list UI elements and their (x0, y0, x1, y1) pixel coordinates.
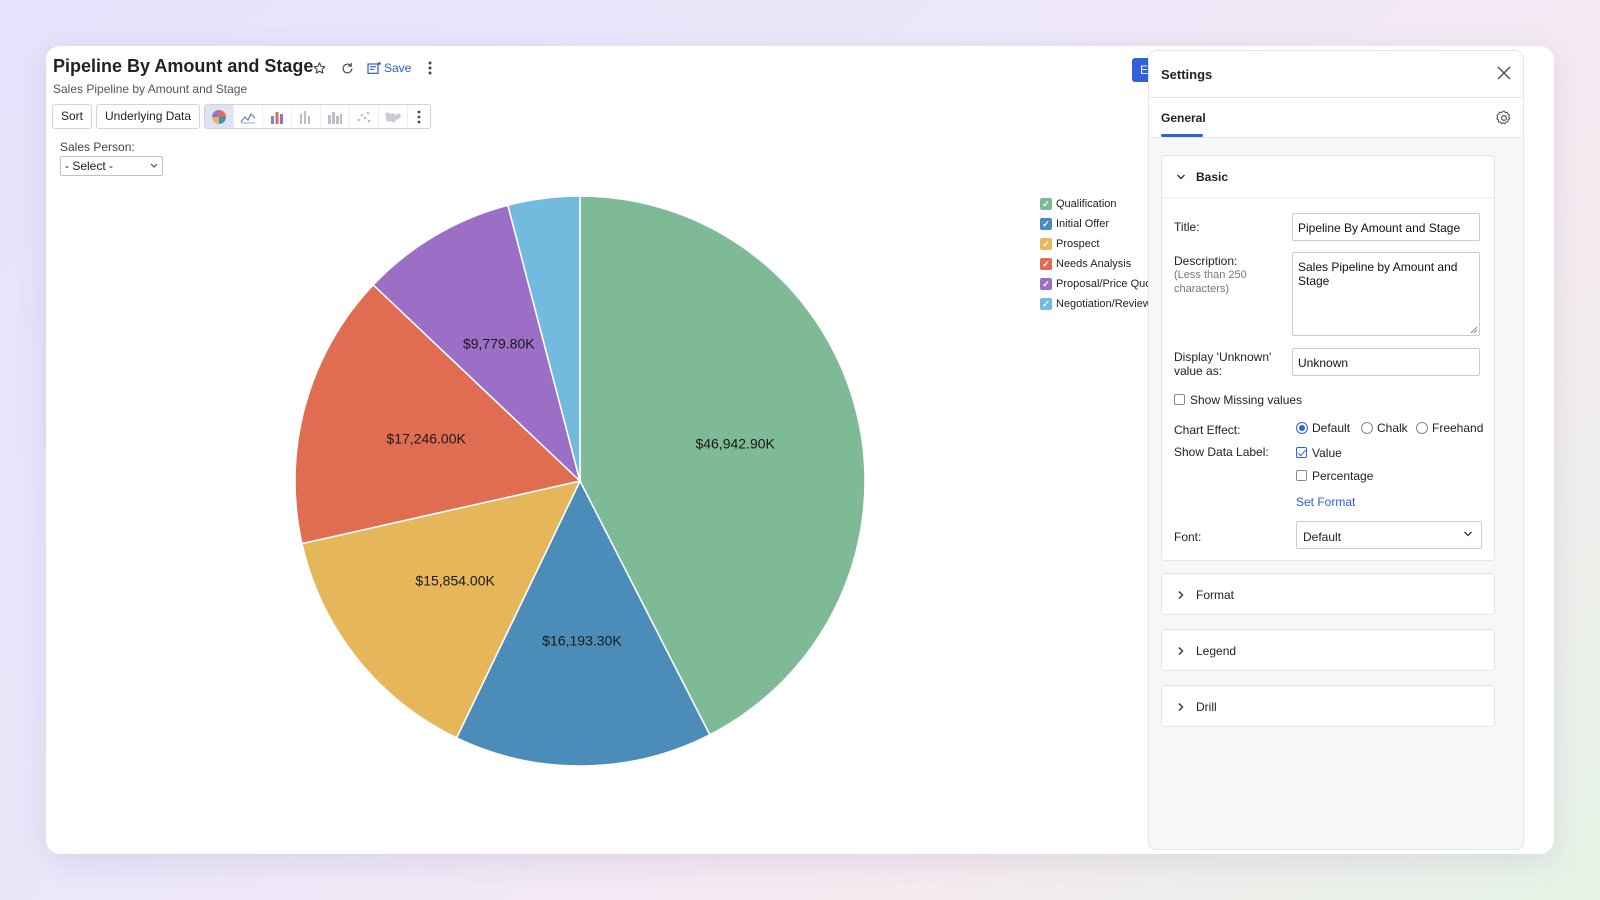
description-hint-2: characters) (1174, 283, 1230, 295)
legend-label: Needs Analysis (1056, 258, 1132, 270)
legend-item-initial-offer[interactable]: ✓ Initial Offer (1040, 214, 1161, 234)
tab-active-indicator (1161, 134, 1203, 137)
format-section[interactable]: Format (1161, 573, 1495, 615)
show-missing-option[interactable]: Show Missing values (1174, 393, 1302, 407)
unknown-label: Display 'Unknown' value as: (1174, 350, 1271, 378)
legend-item-proposal-price-quote[interactable]: ✓ Proposal/Price Quote (1040, 274, 1161, 294)
description-label: Description: (Less than 250 characters) (1174, 254, 1247, 296)
legend-item-qualification[interactable]: ✓ Qualification (1040, 194, 1161, 214)
data-label-value-option[interactable]: Value (1296, 446, 1342, 460)
chart-effect-default[interactable]: Default (1296, 421, 1350, 435)
chevron-right-icon (1178, 647, 1184, 655)
font-select[interactable]: Default (1296, 521, 1482, 549)
chart-effect-freehand[interactable]: Freehand (1416, 421, 1483, 435)
data-label-needs-analysis: $17,246.00K (386, 431, 466, 447)
chart-effect-chalk[interactable]: Chalk (1361, 421, 1408, 435)
gear-icon[interactable] (1495, 109, 1513, 127)
basic-section-title: Basic (1196, 169, 1229, 184)
legend-section-header[interactable]: Legend (1162, 630, 1494, 672)
legend-checkbox[interactable]: ✓ (1040, 218, 1052, 230)
value-checkbox[interactable] (1296, 447, 1307, 458)
legend-label: Negotiation/Review (1056, 298, 1151, 310)
unknown-value-input[interactable]: Unknown (1292, 348, 1480, 376)
unknown-label-line-2: value as: (1174, 364, 1223, 378)
data-label-proposal-price-quote: $9,779.80K (463, 336, 535, 352)
data-label-percentage-option[interactable]: Percentage (1296, 469, 1373, 483)
chevron-down-icon (1177, 174, 1185, 179)
basic-section: Basic Title: Pipeline By Amount and Stag… (1161, 155, 1495, 561)
legend-checkbox[interactable]: ✓ (1040, 258, 1052, 270)
drill-section-header[interactable]: Drill (1162, 686, 1494, 728)
legend-label: Prospect (1056, 238, 1100, 250)
settings-panel: Settings General Basic Title: Pipeline B… (1148, 50, 1524, 850)
format-section-title: Format (1196, 588, 1235, 602)
font-select-value: Default (1303, 530, 1342, 544)
legend-checkbox[interactable]: ✓ (1040, 298, 1052, 310)
radio-chalk[interactable] (1361, 422, 1373, 434)
radio-default[interactable] (1296, 422, 1308, 434)
format-section-header[interactable]: Format (1162, 574, 1494, 616)
drill-section-title: Drill (1196, 700, 1217, 714)
data-label-value-text: Value (1312, 446, 1342, 460)
close-icon[interactable] (1495, 64, 1513, 82)
description-textarea[interactable]: Sales Pipeline by Amount and Stage (1292, 252, 1480, 336)
title-label: Title: (1174, 220, 1200, 234)
legend-section-title: Legend (1196, 644, 1237, 658)
data-label-percentage-text: Percentage (1312, 469, 1374, 483)
chevron-right-icon (1178, 591, 1184, 599)
legend-label: Proposal/Price Quote (1056, 278, 1161, 290)
font-label: Font: (1174, 530, 1202, 544)
description-label-text: Description: (1174, 254, 1238, 268)
legend-label: Qualification (1056, 198, 1117, 210)
settings-tabs: General (1149, 98, 1523, 138)
description-value: Sales Pipeline by Amount and Stage (1298, 260, 1458, 288)
settings-title: Settings (1161, 67, 1213, 82)
tab-general[interactable]: General (1161, 111, 1206, 125)
title-input[interactable]: Pipeline By Amount and Stage (1292, 213, 1480, 241)
legend-checkbox[interactable]: ✓ (1040, 198, 1052, 210)
settings-header: Settings (1149, 51, 1523, 98)
legend-label: Initial Offer (1056, 218, 1109, 230)
chart-effect-freehand-label: Freehand (1432, 421, 1484, 435)
show-missing-label: Show Missing values (1190, 393, 1303, 407)
chart-effect-chalk-label: Chalk (1377, 421, 1408, 435)
data-label-prospect: $15,854.00K (415, 572, 495, 588)
drill-section[interactable]: Drill (1161, 685, 1495, 727)
legend-checkbox[interactable]: ✓ (1040, 238, 1052, 250)
percentage-checkbox[interactable] (1296, 470, 1307, 481)
data-label-qualification: $46,942.90K (695, 436, 775, 452)
data-label-initial-offer: $16,193.30K (542, 633, 622, 649)
resize-handle-icon[interactable] (1470, 326, 1478, 334)
basic-section-header[interactable]: Basic (1162, 156, 1494, 198)
set-format-link[interactable]: Set Format (1296, 495, 1355, 509)
show-data-label-label: Show Data Label: (1174, 445, 1269, 459)
chevron-down-icon (1463, 528, 1473, 542)
unknown-label-line-1: Display 'Unknown' (1174, 350, 1272, 364)
description-hint-1: (Less than 250 (1174, 269, 1247, 281)
radio-freehand[interactable] (1416, 422, 1428, 434)
chevron-right-icon (1178, 703, 1184, 711)
legend-item-needs-analysis[interactable]: ✓ Needs Analysis (1040, 254, 1161, 274)
pie-chart: $46,942.90K $16,193.30K $15,854.00K $17,246… (294, 195, 866, 767)
chart-effect-default-label: Default (1312, 421, 1351, 435)
legend-section[interactable]: Legend (1161, 629, 1495, 671)
chart-effect-label: Chart Effect: (1174, 423, 1241, 437)
legend-item-negotiation-review[interactable]: ✓ Negotiation/Review (1040, 294, 1161, 314)
legend-item-prospect[interactable]: ✓ Prospect (1040, 234, 1161, 254)
report-window: Pipeline By Amount and Stage Sales Pipel… (46, 46, 1554, 854)
legend-checkbox[interactable]: ✓ (1040, 278, 1052, 290)
chart-legend: ✓ Qualification ✓ Initial Offer ✓ Prospect ✓ Ne… (1040, 194, 1161, 314)
show-missing-checkbox[interactable] (1174, 394, 1185, 405)
